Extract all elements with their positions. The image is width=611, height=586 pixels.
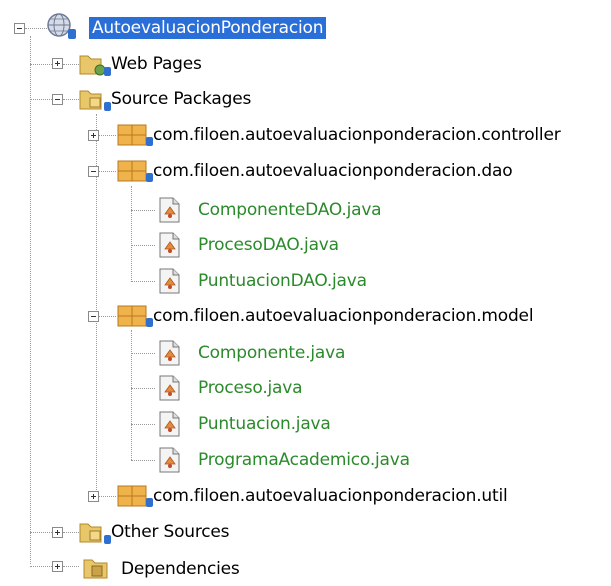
- collapse-toggle[interactable]: [52, 94, 63, 105]
- java-file-item[interactable]: ComponenteDAO.java: [198, 193, 382, 227]
- folder-icon: [78, 518, 112, 550]
- tree-node-label: Other Sources: [111, 522, 230, 542]
- package-label: com.filoen.autoevaluacionponderacion.dao: [153, 161, 513, 181]
- package-label: com.filoen.autoevaluacionponderacion.mod…: [153, 306, 534, 326]
- collapse-toggle[interactable]: [14, 23, 25, 34]
- java-file-icon: [157, 196, 183, 228]
- expand-toggle[interactable]: [88, 491, 99, 502]
- java-file-item[interactable]: PuntuacionDAO.java: [198, 264, 367, 298]
- file-label: Proceso.java: [198, 378, 303, 398]
- tree-guide-line: [30, 36, 31, 564]
- tree-node-source-packages[interactable]: Source Packages: [111, 82, 251, 116]
- package-icon: [116, 157, 154, 189]
- java-file-item[interactable]: ProgramaAcademico.java: [198, 443, 410, 477]
- java-file-icon: [157, 410, 183, 442]
- package-label: com.filoen.autoevaluacionponderacion.con…: [153, 125, 561, 145]
- java-file-icon: [157, 231, 183, 263]
- collapse-toggle[interactable]: [88, 166, 99, 177]
- package-icon: [116, 482, 154, 514]
- tree-guide-line: [131, 330, 132, 460]
- package-label: com.filoen.autoevaluacionponderacion.uti…: [153, 486, 508, 506]
- tree-node-label: Source Packages: [111, 89, 252, 109]
- globe-project-icon: [44, 12, 78, 46]
- java-file-icon: [157, 374, 183, 406]
- project-name[interactable]: AutoevaluacionPonderacion: [89, 17, 327, 39]
- package-icon: [116, 121, 154, 153]
- file-label: Componente.java: [198, 343, 346, 363]
- java-file-item[interactable]: ProcesoDAO.java: [198, 228, 339, 262]
- file-label: ComponenteDAO.java: [198, 200, 382, 220]
- package-node-controller[interactable]: com.filoen.autoevaluacionponderacion.con…: [153, 118, 561, 152]
- project-tree: AutoevaluacionPonderacion Web Pages Sour…: [0, 0, 611, 579]
- file-label: ProgramaAcademico.java: [198, 450, 410, 470]
- tree-node-dependencies[interactable]: Dependencies: [121, 552, 240, 586]
- tree-node-label: Web Pages: [111, 54, 202, 74]
- package-icon: [116, 302, 154, 334]
- tree-node-label: Dependencies: [121, 559, 240, 579]
- java-file-item[interactable]: Proceso.java: [198, 371, 303, 405]
- expand-toggle[interactable]: [88, 130, 99, 141]
- tree-node-other-sources[interactable]: Other Sources: [111, 515, 230, 549]
- java-file-item[interactable]: Puntuacion.java: [198, 407, 331, 441]
- package-node-util[interactable]: com.filoen.autoevaluacionponderacion.uti…: [153, 479, 508, 513]
- expand-toggle[interactable]: [52, 58, 63, 69]
- java-file-icon: [157, 339, 183, 371]
- project-node[interactable]: AutoevaluacionPonderacion: [89, 11, 327, 45]
- expand-toggle[interactable]: [52, 527, 63, 538]
- collapse-toggle[interactable]: [88, 311, 99, 322]
- java-file-icon: [157, 267, 183, 299]
- file-label: Puntuacion.java: [198, 414, 331, 434]
- folder-icon: [78, 50, 112, 82]
- file-label: ProcesoDAO.java: [198, 235, 339, 255]
- tree-node-web-pages[interactable]: Web Pages: [111, 47, 202, 81]
- folder-icon: [78, 85, 112, 117]
- java-file-icon: [157, 446, 183, 478]
- file-label: PuntuacionDAO.java: [198, 271, 367, 291]
- expand-toggle[interactable]: [52, 561, 63, 572]
- java-file-item[interactable]: Componente.java: [198, 336, 345, 370]
- package-node-model[interactable]: com.filoen.autoevaluacionponderacion.mod…: [153, 299, 534, 333]
- folder-icon: [80, 552, 114, 584]
- package-node-dao[interactable]: com.filoen.autoevaluacionponderacion.dao: [153, 154, 513, 188]
- tree-guide-line: [131, 186, 132, 282]
